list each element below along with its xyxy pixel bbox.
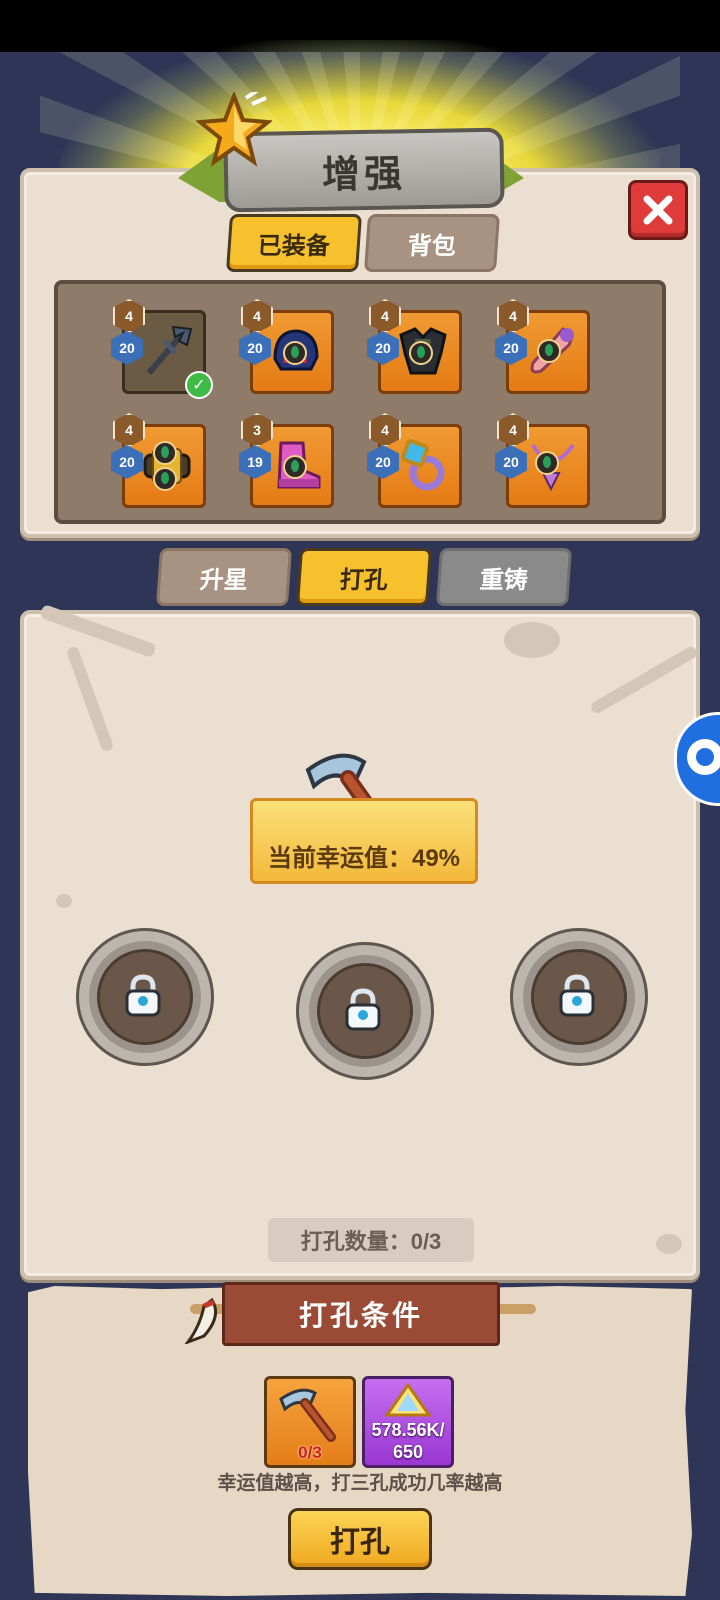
lock-icon [559, 974, 595, 1017]
luck-plate: 当前幸运值：49% [250, 798, 478, 884]
tooth-icon [184, 1297, 218, 1344]
star-icon [196, 92, 272, 167]
socket-slot-2[interactable] [296, 942, 434, 1080]
tab-punch-hole[interactable]: 打孔 [295, 548, 433, 606]
equipment-slot-helmet[interactable]: 4 20 [239, 299, 334, 394]
equipment-slot-scroll[interactable]: 4 20 [495, 299, 590, 394]
crystal-icon [384, 1383, 432, 1417]
close-icon [643, 195, 673, 225]
crystal-quantity: 578.56K/ 650 [371, 1420, 445, 1462]
gem-socket-icon [283, 455, 307, 479]
socket-slot-1[interactable] [76, 928, 214, 1066]
trident-weapon-icon [146, 325, 193, 375]
punch-hole-button[interactable]: 打孔 [288, 1508, 432, 1570]
equipment-slot-ring[interactable]: 4 20 [367, 413, 462, 508]
conditions-ribbon: 打孔条件 [222, 1282, 500, 1346]
equipment-slot-belt[interactable]: 4 20 [111, 413, 206, 508]
gem-socket-icon [153, 441, 177, 465]
gem-socket-icon [537, 339, 561, 363]
equipment-slot-necklace[interactable]: 4 20 [495, 413, 590, 508]
gem-socket-icon [409, 341, 433, 365]
lock-icon [125, 974, 161, 1017]
tab-star-up[interactable]: 升星 [155, 548, 293, 606]
tab-reforge[interactable]: 重铸 [435, 548, 573, 606]
equipment-slot-weapon[interactable]: 4 20 ✓ [111, 299, 213, 399]
equipped-check-icon: ✓ [185, 371, 213, 399]
lock-icon [345, 988, 381, 1031]
cost-item-pickaxe[interactable]: 0/3 [264, 1376, 356, 1468]
pickaxe-icon [279, 1388, 336, 1442]
tab-backpack[interactable]: 背包 [363, 214, 501, 272]
tab-equipped[interactable]: 已装备 [225, 214, 363, 272]
socket-slot-3[interactable] [510, 928, 648, 1066]
equipment-slot-armor[interactable]: 4 20 [367, 299, 462, 394]
gamepad-icon [687, 739, 720, 775]
gem-socket-icon [535, 451, 559, 475]
pickaxe-quantity: 0/3 [298, 1443, 322, 1462]
conditions-title: 打孔条件 [298, 1300, 423, 1331]
socket-count: 打孔数量：0/3 [268, 1218, 474, 1262]
luck-value: 当前幸运值：49% [267, 845, 461, 872]
page-title: 增强 [321, 152, 407, 197]
hint-text: 幸运值越高，打三孔成功几率越高 [217, 1473, 503, 1494]
equipment-slot-boots[interactable]: 3 19 [239, 413, 334, 508]
gem-socket-icon [283, 341, 307, 365]
cost-item-crystal[interactable]: 578.56K/ 650 [362, 1376, 454, 1468]
gem-socket-icon [153, 467, 177, 491]
ring-icon [401, 439, 445, 491]
close-button[interactable] [628, 180, 688, 240]
